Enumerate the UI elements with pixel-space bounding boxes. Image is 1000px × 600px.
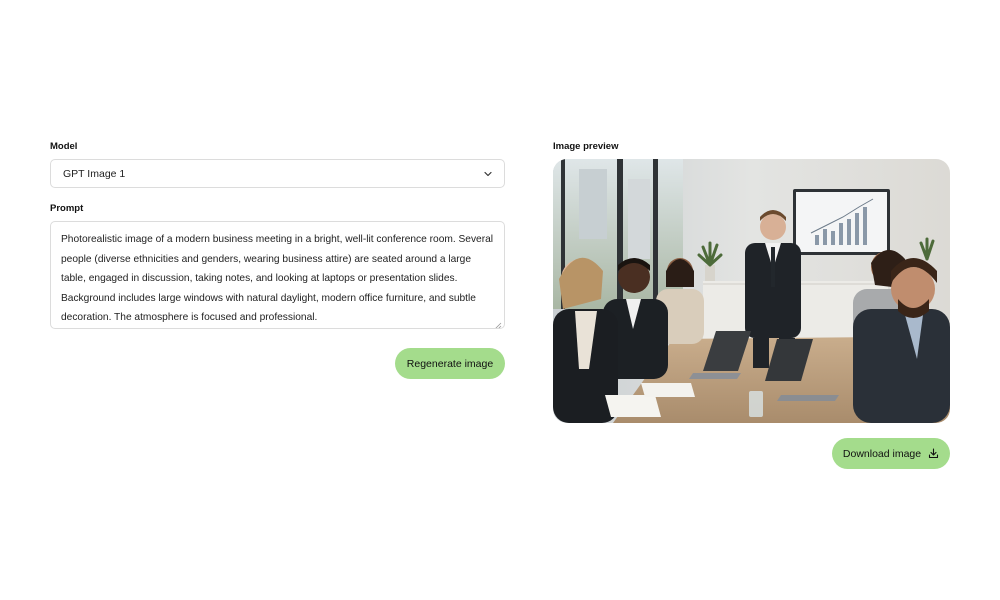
prompt-textarea[interactable]: Photorealistic image of a modern busines… [50,221,505,329]
prompt-text: Photorealistic image of a modern busines… [61,234,494,324]
preview-panel: Image preview Download image [553,141,950,469]
settings-panel: Model GPT Image 1 Prompt Photorealistic … [50,141,505,379]
regenerate-row: Regenerate image [50,348,505,379]
preview-image [553,159,950,423]
model-select-value: GPT Image 1 [63,167,126,180]
model-label: Model [50,141,78,152]
regenerate-image-button[interactable]: Regenerate image [395,348,505,379]
download-button-label: Download image [842,447,922,460]
chevron-down-icon [483,169,493,179]
download-image-button[interactable]: Download image [832,438,950,469]
image-preview-label: Image preview [553,141,619,152]
prompt-label: Prompt [50,203,84,214]
resize-handle-icon[interactable] [494,318,502,328]
model-select[interactable]: GPT Image 1 [50,159,505,188]
download-icon [928,448,939,459]
download-row: Download image [553,438,950,469]
regenerate-button-label: Regenerate image [406,357,494,370]
